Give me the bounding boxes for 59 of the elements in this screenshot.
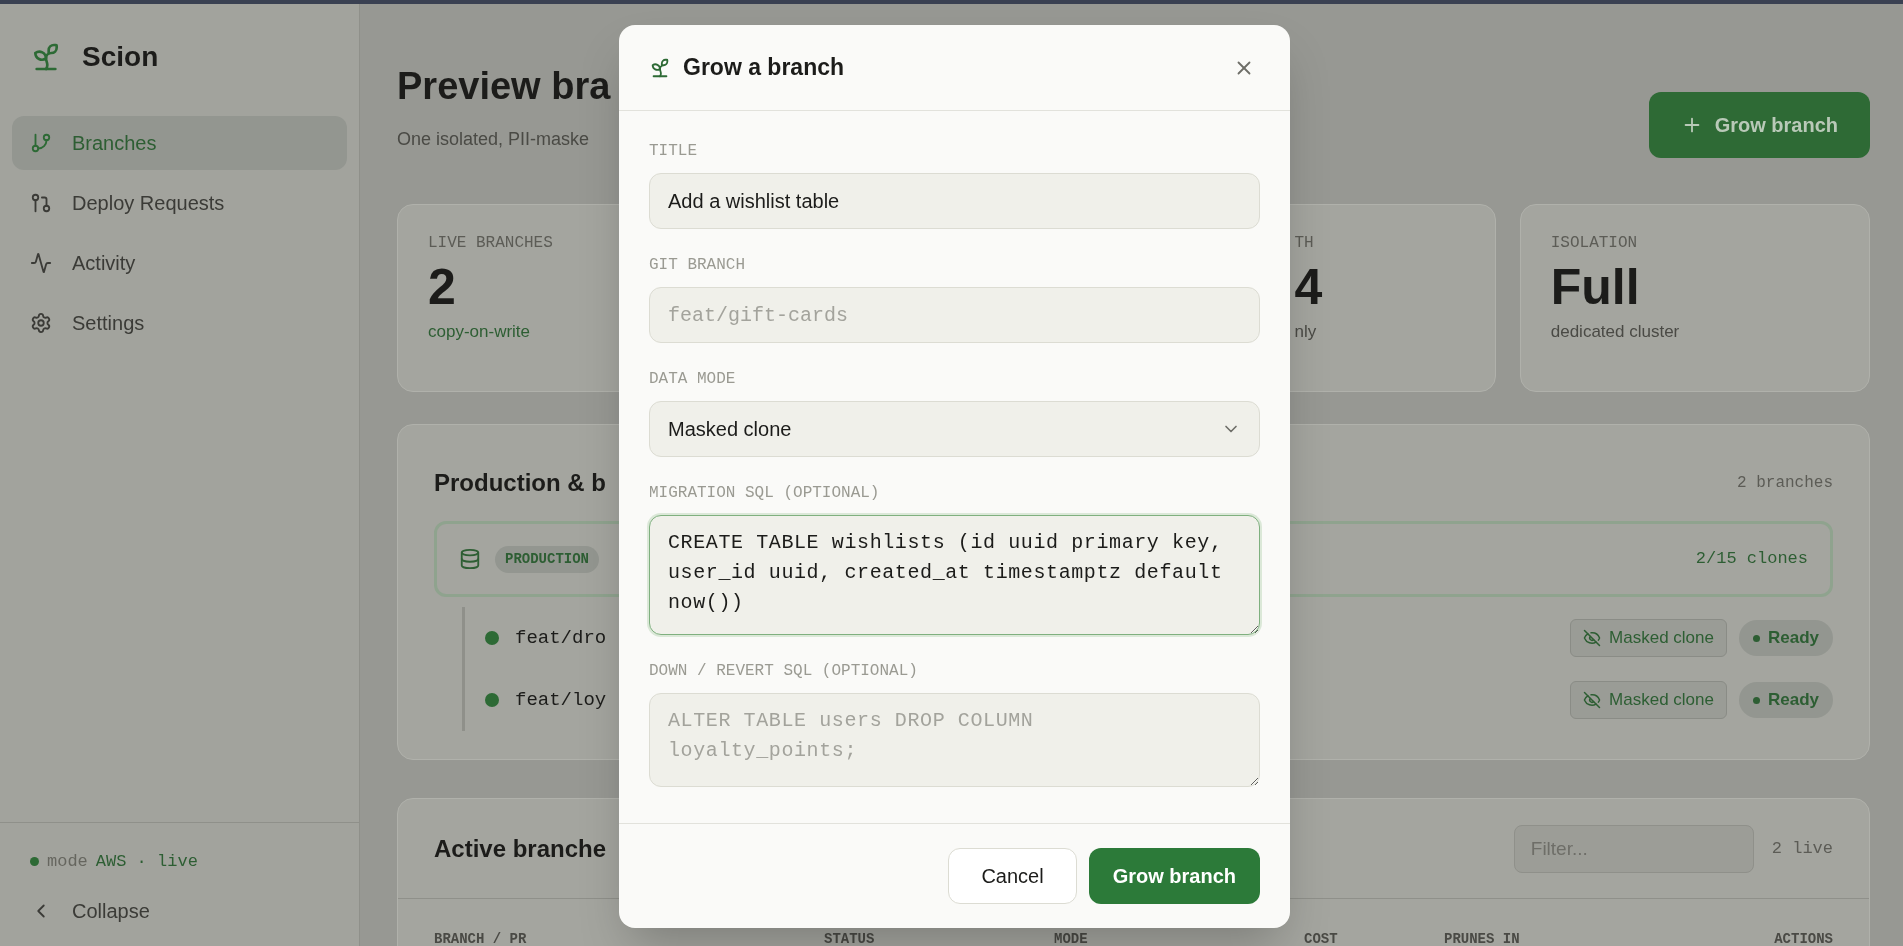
page-title: Preview bra [397,64,611,109]
mode-badge: Masked clone [1570,619,1727,657]
column-header: PRUNES IN [1444,933,1521,946]
dialog-title: Grow a branch [683,53,845,83]
nav-item[interactable]: Settings [12,296,347,350]
stat-label: TH [1294,233,1314,254]
stat-note: dedicated cluster [1550,321,1680,343]
pull-request-icon [30,192,52,214]
nav-item[interactable]: Deploy Requests [12,176,347,230]
page-subtitle: One isolated, PII-maske [397,128,591,151]
live-count: 2 live [1771,837,1833,860]
nav-item[interactable]: Branches [12,116,347,170]
sql-field[interactable]: CREATE TABLE wishlists (id uuid primary key, user_id uuid, created_at timestamptz default now()) [649,515,1260,635]
eye-off-icon [1583,691,1602,709]
column-header: BRANCH / PR [434,933,528,946]
mode-badge: Masked clone [1570,681,1727,719]
branch-name: feat/dro [515,625,607,651]
mode-label: mode [47,850,88,873]
stat-note: copy-on-write [428,321,531,343]
sql-field[interactable]: ALTER TABLE users DROP COLUMN loyalty_points; [649,693,1260,787]
clone-count: 2/15 clones [1695,548,1808,571]
text-field[interactable]: feat/gift-cards [649,287,1260,343]
settings-icon [30,312,52,334]
section-title: Production & b [434,468,606,498]
section-title: Active branche [434,833,607,864]
field-label: DOWN / REVERT SQL (OPTIONAL) [649,661,919,682]
nav-item[interactable]: Activity [12,236,347,290]
status-badge: Ready [1738,682,1833,718]
field-label: TITLE [649,141,698,162]
stat-note: nly [1294,321,1317,343]
database-icon [459,548,481,570]
select-field[interactable]: Masked clone [649,401,1260,457]
column-header: COST [1304,933,1339,946]
stat-value: 4 [1294,258,1323,317]
sprout-icon [649,56,671,79]
eye-off-icon [1583,629,1602,647]
grow-branch-button[interactable]: Grow branch [1088,848,1260,904]
field-label: MIGRATION SQL (OPTIONAL) [649,483,881,504]
status-badge: Ready [1738,620,1833,656]
column-header: MODE [1054,933,1089,946]
text-field[interactable]: Add a wishlist table [649,173,1260,229]
brand-name: Scion [82,40,159,74]
field-label: DATA MODE [649,369,737,390]
collapse-button[interactable]: Collapse [30,896,329,926]
production-badge: PRODUCTION [495,545,599,573]
grow-branch-button[interactable]: Grow branch [1648,92,1870,158]
branch-icon [30,132,52,154]
pulse-icon [30,252,52,274]
field-label: GIT BRANCH [649,255,746,276]
cancel-button[interactable]: Cancel [948,848,1077,904]
column-header: STATUS [824,933,876,946]
column-header: ACTIONS [1774,933,1833,946]
stat-label: LIVE BRANCHES [428,233,553,254]
stat-label: ISOLATION [1550,233,1638,254]
stat-value: 2 [428,258,456,317]
branch-count: 2 branches [1737,473,1833,494]
branch-name: feat/loy [515,687,607,713]
mode-value: AWS · live [95,850,198,873]
stat-value: Full [1550,258,1640,317]
